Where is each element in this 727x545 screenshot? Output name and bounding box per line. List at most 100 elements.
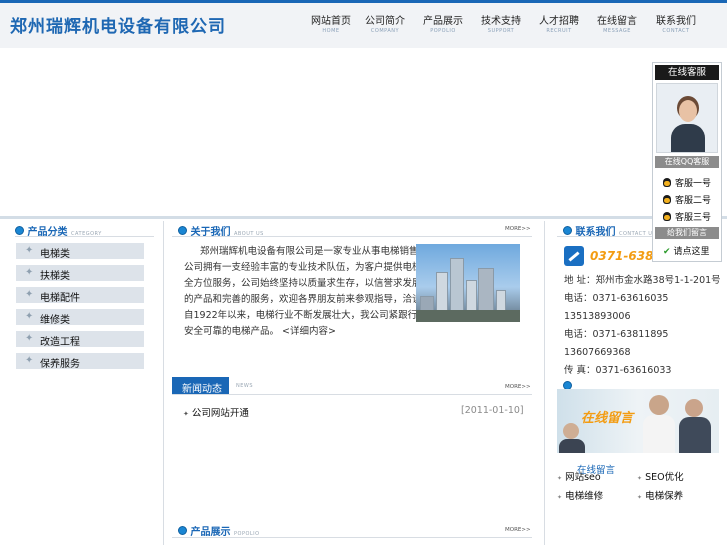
- contact-fax: 传 真：0371-63616033: [564, 365, 672, 376]
- about-line: 自1922年以来，电梯行业不断发展壮大，我公司紧跟行业步伐，不断引进新技术新工艺…: [184, 310, 418, 321]
- nav-label-en: HOME: [322, 28, 340, 34]
- bullet-icon: ✦: [183, 410, 189, 418]
- news-item-date: [2011-01-10]: [461, 405, 524, 416]
- nav-item-support[interactable]: 技术支持 SUPPORT: [477, 16, 525, 35]
- bullet-icon: ✦: [557, 494, 563, 501]
- category-item[interactable]: ✦ 电梯类: [16, 243, 144, 260]
- contact-mobile: 13513893006: [564, 311, 631, 322]
- checkmark-icon: ✔: [663, 247, 671, 257]
- category-item[interactable]: ✦ 扶梯类: [16, 265, 144, 282]
- hero-banner: [0, 48, 727, 219]
- qq-penguin-icon: [663, 178, 671, 187]
- about-line: 的产品和完善的服务，欢迎各界朋友前来参观指导，洽谈业务，共创辉煌未来，谢谢您的关…: [184, 294, 418, 305]
- friend-link-label: SEO优化: [645, 472, 684, 483]
- nav-label-en: POPOLIO: [430, 28, 456, 34]
- company-logo-text[interactable]: 郑州瑞辉机电设备有限公司: [10, 12, 226, 37]
- chat-widget-title: 在线客服: [655, 65, 719, 80]
- bullet-icon: [178, 526, 187, 535]
- nav-label: 在线留言: [597, 16, 637, 27]
- qq-agent-label: 客服一号: [675, 179, 712, 189]
- friend-link[interactable]: ✦ 电梯维修: [557, 488, 603, 502]
- friend-link[interactable]: ✦ 电梯保养: [637, 488, 683, 502]
- news-item[interactable]: ✦ 公司网站开通: [183, 405, 249, 419]
- contact-mobile: 13607669368: [564, 347, 631, 358]
- hotline-number: 0371-6381: [590, 249, 662, 263]
- nav-label: 技术支持: [481, 16, 521, 27]
- qq-agent-link[interactable]: 客服一号: [663, 176, 711, 189]
- friend-link-label: 网站seo: [565, 472, 601, 483]
- column-divider: [544, 221, 545, 545]
- friend-link[interactable]: ✦ SEO优化: [637, 469, 684, 483]
- leave-message-label: 给我们留言: [655, 227, 719, 239]
- bullet-icon: [178, 226, 187, 235]
- divider: [172, 537, 532, 538]
- nav-item-recruit[interactable]: 人才招聘 RECRUIT: [535, 16, 583, 35]
- nav-label-en: RECRUIT: [546, 28, 572, 34]
- category-item[interactable]: ✦ 改造工程: [16, 331, 144, 348]
- plus-icon: ✦: [25, 267, 34, 278]
- nav-item-contact[interactable]: 联系我们 CONTACT: [652, 16, 700, 35]
- customer-service-avatar: [656, 83, 718, 153]
- bullet-icon: ✦: [557, 475, 563, 482]
- nav-label: 网站首页: [311, 16, 351, 27]
- category-item-label: 扶梯类: [40, 271, 70, 282]
- leave-message-link[interactable]: ✔ 请点这里: [663, 244, 710, 257]
- bullet-icon: [15, 226, 24, 235]
- plus-icon: ✦: [25, 289, 34, 300]
- nav-label: 产品展示: [423, 16, 463, 27]
- products-more-link[interactable]: MORE>>: [505, 527, 531, 533]
- about-line: 全方位服务，公司始终坚持以质量求生存，以信誉求发展，以服务为宗旨，竭诚为广大用户…: [184, 278, 418, 289]
- qq-service-label: 在线QQ客服: [655, 156, 719, 168]
- phone-icon: [564, 246, 584, 266]
- qq-agent-link[interactable]: 客服三号: [663, 210, 711, 223]
- nav-label-en: SUPPORT: [487, 28, 515, 34]
- friend-link[interactable]: ✦ 网站seo: [557, 469, 601, 483]
- plus-icon: ✦: [25, 245, 34, 256]
- category-item[interactable]: ✦ 维修类: [16, 309, 144, 326]
- category-item-label: 保养服务: [40, 359, 80, 370]
- category-item-label: 维修类: [40, 315, 70, 326]
- nav-item-message[interactable]: 在线留言 MESSAGE: [593, 16, 641, 35]
- nav-item-company[interactable]: 公司简介 COMPANY: [361, 16, 409, 35]
- news-tab[interactable]: 新闻动态: [172, 377, 229, 395]
- qq-agent-link[interactable]: 客服二号: [663, 193, 711, 206]
- message-banner-text: 在线留言: [581, 411, 634, 426]
- nav-label: 公司简介: [365, 16, 405, 27]
- plus-icon: ✦: [25, 333, 34, 344]
- online-service-widget: 在线客服 在线QQ客服 客服一号 客服二号 客服三号 给我们留言 ✔ 请点这里: [652, 62, 722, 262]
- contact-phone: 电话：0371-63811895: [564, 329, 669, 340]
- nav-item-products[interactable]: 产品展示 POPOLIO: [419, 16, 467, 35]
- friend-link-label: 电梯保养: [645, 491, 684, 502]
- nav-label-en: MESSAGE: [603, 28, 631, 34]
- qq-agent-label: 客服二号: [675, 196, 712, 206]
- news-more-link[interactable]: MORE>>: [505, 384, 531, 390]
- contact-phone: 电话：0371-63616035: [564, 293, 669, 304]
- nav-label: 人才招聘: [539, 16, 579, 27]
- nav-label: 联系我们: [656, 16, 696, 27]
- category-item[interactable]: ✦ 保养服务: [16, 353, 144, 370]
- nav-label-en: CONTACT: [662, 28, 690, 34]
- about-line: 安全可靠的电梯产品。 <详细内容>: [184, 324, 418, 340]
- category-item[interactable]: ✦ 电梯配件: [16, 287, 144, 304]
- divider: [557, 236, 652, 237]
- plus-icon: ✦: [25, 355, 34, 366]
- news-item-title: 公司网站开通: [191, 408, 249, 419]
- qq-penguin-icon: [663, 195, 671, 204]
- qq-agent-label: 客服三号: [675, 213, 712, 223]
- bullet-icon: ✦: [637, 494, 643, 501]
- bullet-icon: [563, 226, 572, 235]
- nav-item-home[interactable]: 网站首页 HOME: [307, 16, 355, 35]
- news-title-en: NEWS: [236, 383, 254, 389]
- about-read-more-link[interactable]: <详细内容>: [282, 326, 336, 337]
- nav-label-en: COMPANY: [370, 28, 400, 34]
- category-item-label: 改造工程: [40, 337, 80, 348]
- click-here-label: 请点这里: [673, 247, 710, 257]
- column-divider: [163, 221, 164, 545]
- divider: [172, 236, 532, 237]
- contact-address: 地 址：郑州市金水路38号1-1-201号: [564, 275, 721, 286]
- about-line: 郑州瑞辉机电设备有限公司是一家专业从事电梯销售安装维修保养，130余名员工，技术…: [200, 246, 418, 257]
- products-heading: 产品展示 POPOLIO: [178, 523, 260, 538]
- qq-penguin-icon: [663, 212, 671, 221]
- online-message-banner[interactable]: 在线留言: [557, 389, 719, 453]
- about-more-link[interactable]: MORE>>: [505, 226, 531, 232]
